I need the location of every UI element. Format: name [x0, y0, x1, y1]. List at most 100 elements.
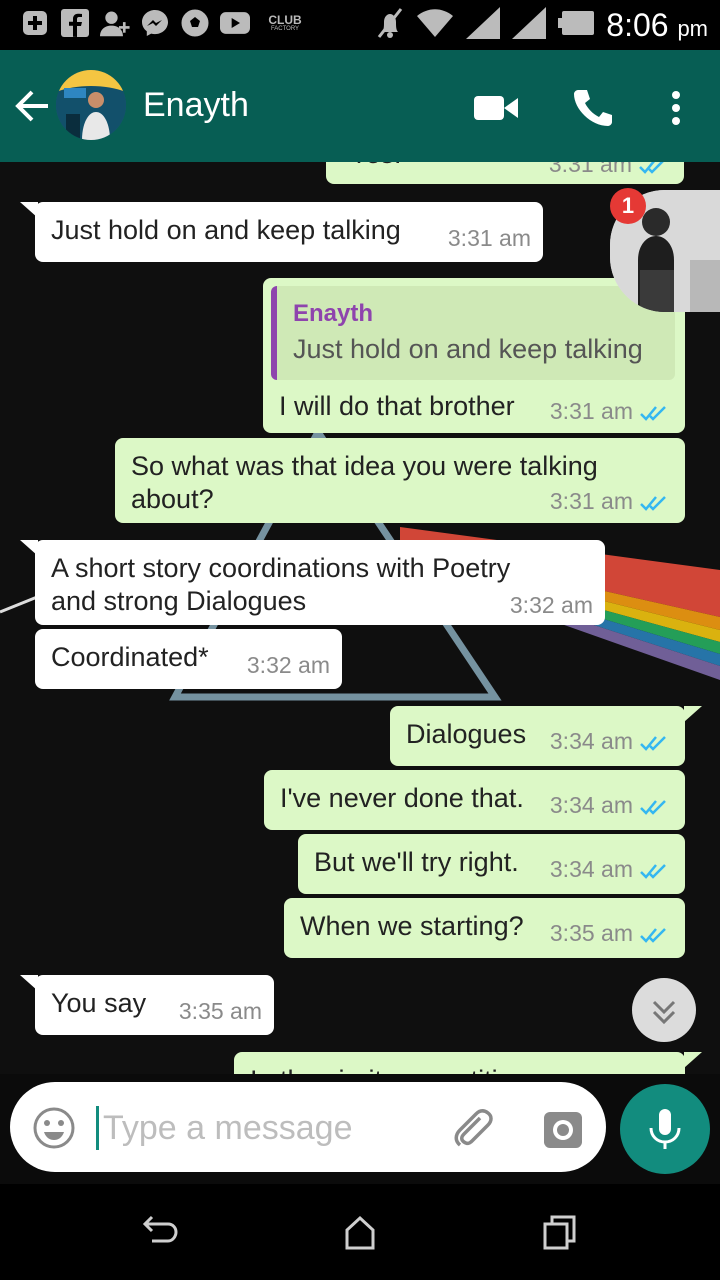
messenger-icon — [140, 8, 170, 38]
message-bubble-outgoing[interactable]: But we'll try right. 3:34 am — [298, 834, 685, 894]
voice-record-button[interactable] — [620, 1084, 710, 1174]
message-text: Coordinated* — [51, 642, 209, 672]
read-receipt-icon — [639, 162, 664, 174]
smiley-icon — [33, 1107, 75, 1149]
phone-icon — [574, 90, 612, 126]
attach-button[interactable] — [450, 1106, 496, 1152]
emoji-button[interactable] — [32, 1106, 76, 1150]
message-bubble-incoming[interactable]: You say 3:35 am — [35, 975, 274, 1035]
time-label: 3:31 am — [548, 162, 632, 177]
more-icon — [672, 91, 680, 125]
message-text: Dialogues — [406, 719, 527, 749]
mute-icon — [376, 6, 404, 45]
message-text: Yes! — [350, 162, 402, 171]
voice-call-button[interactable] — [570, 86, 614, 130]
signal-icon — [512, 7, 547, 44]
message-text: A short story coordinations with Poetry a… — [51, 552, 510, 618]
recents-icon — [543, 1215, 576, 1250]
quoted-sender: Enayth — [293, 300, 374, 327]
time-label: 3:31 am — [549, 398, 633, 424]
chat-header: Enayth — [0, 50, 720, 162]
message-line: A short story coordinations with Poetry — [51, 553, 511, 583]
message-bubble-incoming[interactable]: A short story coordinations with Poetry a… — [35, 540, 605, 625]
message-input[interactable] — [96, 1106, 416, 1150]
quoted-message[interactable]: Enayth Just hold on and keep talking — [271, 286, 675, 380]
message-time: 3:34 am — [550, 792, 669, 819]
message-text: In the ciruit competition — [250, 1064, 528, 1074]
time-label: 3:35 am — [549, 920, 633, 946]
message-bubble-outgoing[interactable]: I've never done that. 3:34 am — [264, 770, 685, 830]
plus-square-icon — [20, 8, 50, 38]
contact-name[interactable]: Enayth — [143, 86, 249, 125]
message-text: But we'll try right. — [314, 847, 519, 877]
battery-icon — [558, 11, 595, 40]
message-bubble-outgoing[interactable]: Enayth Just hold on and keep talking I w… — [263, 278, 685, 433]
paperclip-icon — [454, 1109, 493, 1147]
message-text: When we starting? — [300, 911, 524, 941]
facebook-icon — [60, 8, 90, 38]
message-bubble-outgoing[interactable]: Yes! 3:31 am — [326, 162, 684, 184]
nav-back-button[interactable] — [140, 1212, 180, 1252]
system-icons: 8:06 pm — [376, 6, 708, 45]
contact-avatar[interactable] — [56, 70, 126, 140]
arrow-left-icon — [15, 90, 48, 122]
message-text: You say — [51, 988, 147, 1018]
read-receipt-icon — [640, 496, 666, 511]
message-text: So what was that idea you were talking ab… — [131, 450, 598, 516]
bubble-tail — [684, 1052, 702, 1068]
message-time: 3:31 am — [549, 162, 668, 178]
bubble-tail — [684, 706, 702, 722]
scroll-to-bottom-button[interactable] — [632, 978, 696, 1042]
message-bubble-incoming[interactable]: Just hold on and keep talking 3:31 am — [35, 202, 543, 262]
more-options-button[interactable] — [654, 86, 698, 130]
nav-recents-button[interactable] — [540, 1212, 580, 1252]
clock-time: 8:06 — [606, 7, 669, 43]
soccer-ball-icon — [180, 8, 210, 38]
message-bubble-incoming[interactable]: Coordinated* 3:32 am — [35, 629, 342, 689]
read-receipt-icon — [640, 864, 666, 879]
clock: 8:06 pm — [606, 7, 708, 44]
back-button[interactable] — [12, 86, 52, 126]
message-time: 3:31 am — [447, 225, 531, 251]
status-bar: CLUB FACTORY 8:06 pm — [0, 0, 720, 50]
message-composer — [10, 1082, 606, 1172]
message-bubble-outgoing[interactable]: When we starting? 3:35 am — [284, 898, 685, 958]
clock-ampm: pm — [677, 16, 708, 41]
message-time: 3:32 am — [246, 652, 330, 678]
message-bubble-outgoing[interactable]: Dialogues 3:34 am — [390, 706, 685, 766]
read-receipt-icon — [640, 736, 666, 751]
message-bubble-outgoing[interactable]: So what was that idea you were talking ab… — [115, 438, 685, 523]
message-time: 3:31 am — [550, 488, 669, 515]
message-line: So what was that idea you were talking — [131, 451, 598, 481]
chat-area[interactable]: Yes! 3:31 am Just hold on and keep talki… — [0, 162, 720, 1074]
message-time: 3:31 am — [550, 398, 669, 425]
video-call-icon — [474, 96, 518, 120]
club-factory-label: CLUB — [268, 13, 302, 27]
time-label: 3:31 am — [549, 488, 633, 514]
message-text: Just hold on and keep talking — [51, 215, 401, 245]
return-arrow-icon — [142, 1215, 178, 1243]
message-text: I will do that brother — [279, 391, 515, 421]
camera-icon — [544, 1112, 582, 1148]
message-time: 3:34 am — [550, 728, 669, 755]
video-call-button[interactable] — [474, 86, 518, 130]
nav-home-button[interactable] — [340, 1212, 380, 1252]
system-nav-bar — [0, 1184, 720, 1280]
message-line: and strong Dialogues — [51, 586, 307, 616]
message-text: I've never done that. — [280, 783, 524, 813]
home-icon — [345, 1215, 375, 1250]
camera-button[interactable] — [540, 1106, 586, 1152]
time-label: 3:34 am — [549, 856, 633, 882]
message-bubble-outgoing[interactable]: In the ciruit competition — [234, 1052, 685, 1074]
microphone-icon — [649, 1109, 681, 1149]
read-receipt-icon — [640, 928, 666, 943]
notification-icons: CLUB FACTORY — [20, 8, 310, 38]
message-time: 3:35 am — [178, 998, 262, 1024]
signal-icon — [466, 7, 501, 44]
wifi-icon — [416, 8, 454, 43]
add-contact-icon — [100, 8, 130, 38]
youtube-icon — [220, 8, 250, 38]
message-time: 3:34 am — [550, 856, 669, 883]
quoted-text: Just hold on and keep talking — [293, 334, 643, 364]
club-factory-sublabel: FACTORY — [270, 26, 300, 32]
